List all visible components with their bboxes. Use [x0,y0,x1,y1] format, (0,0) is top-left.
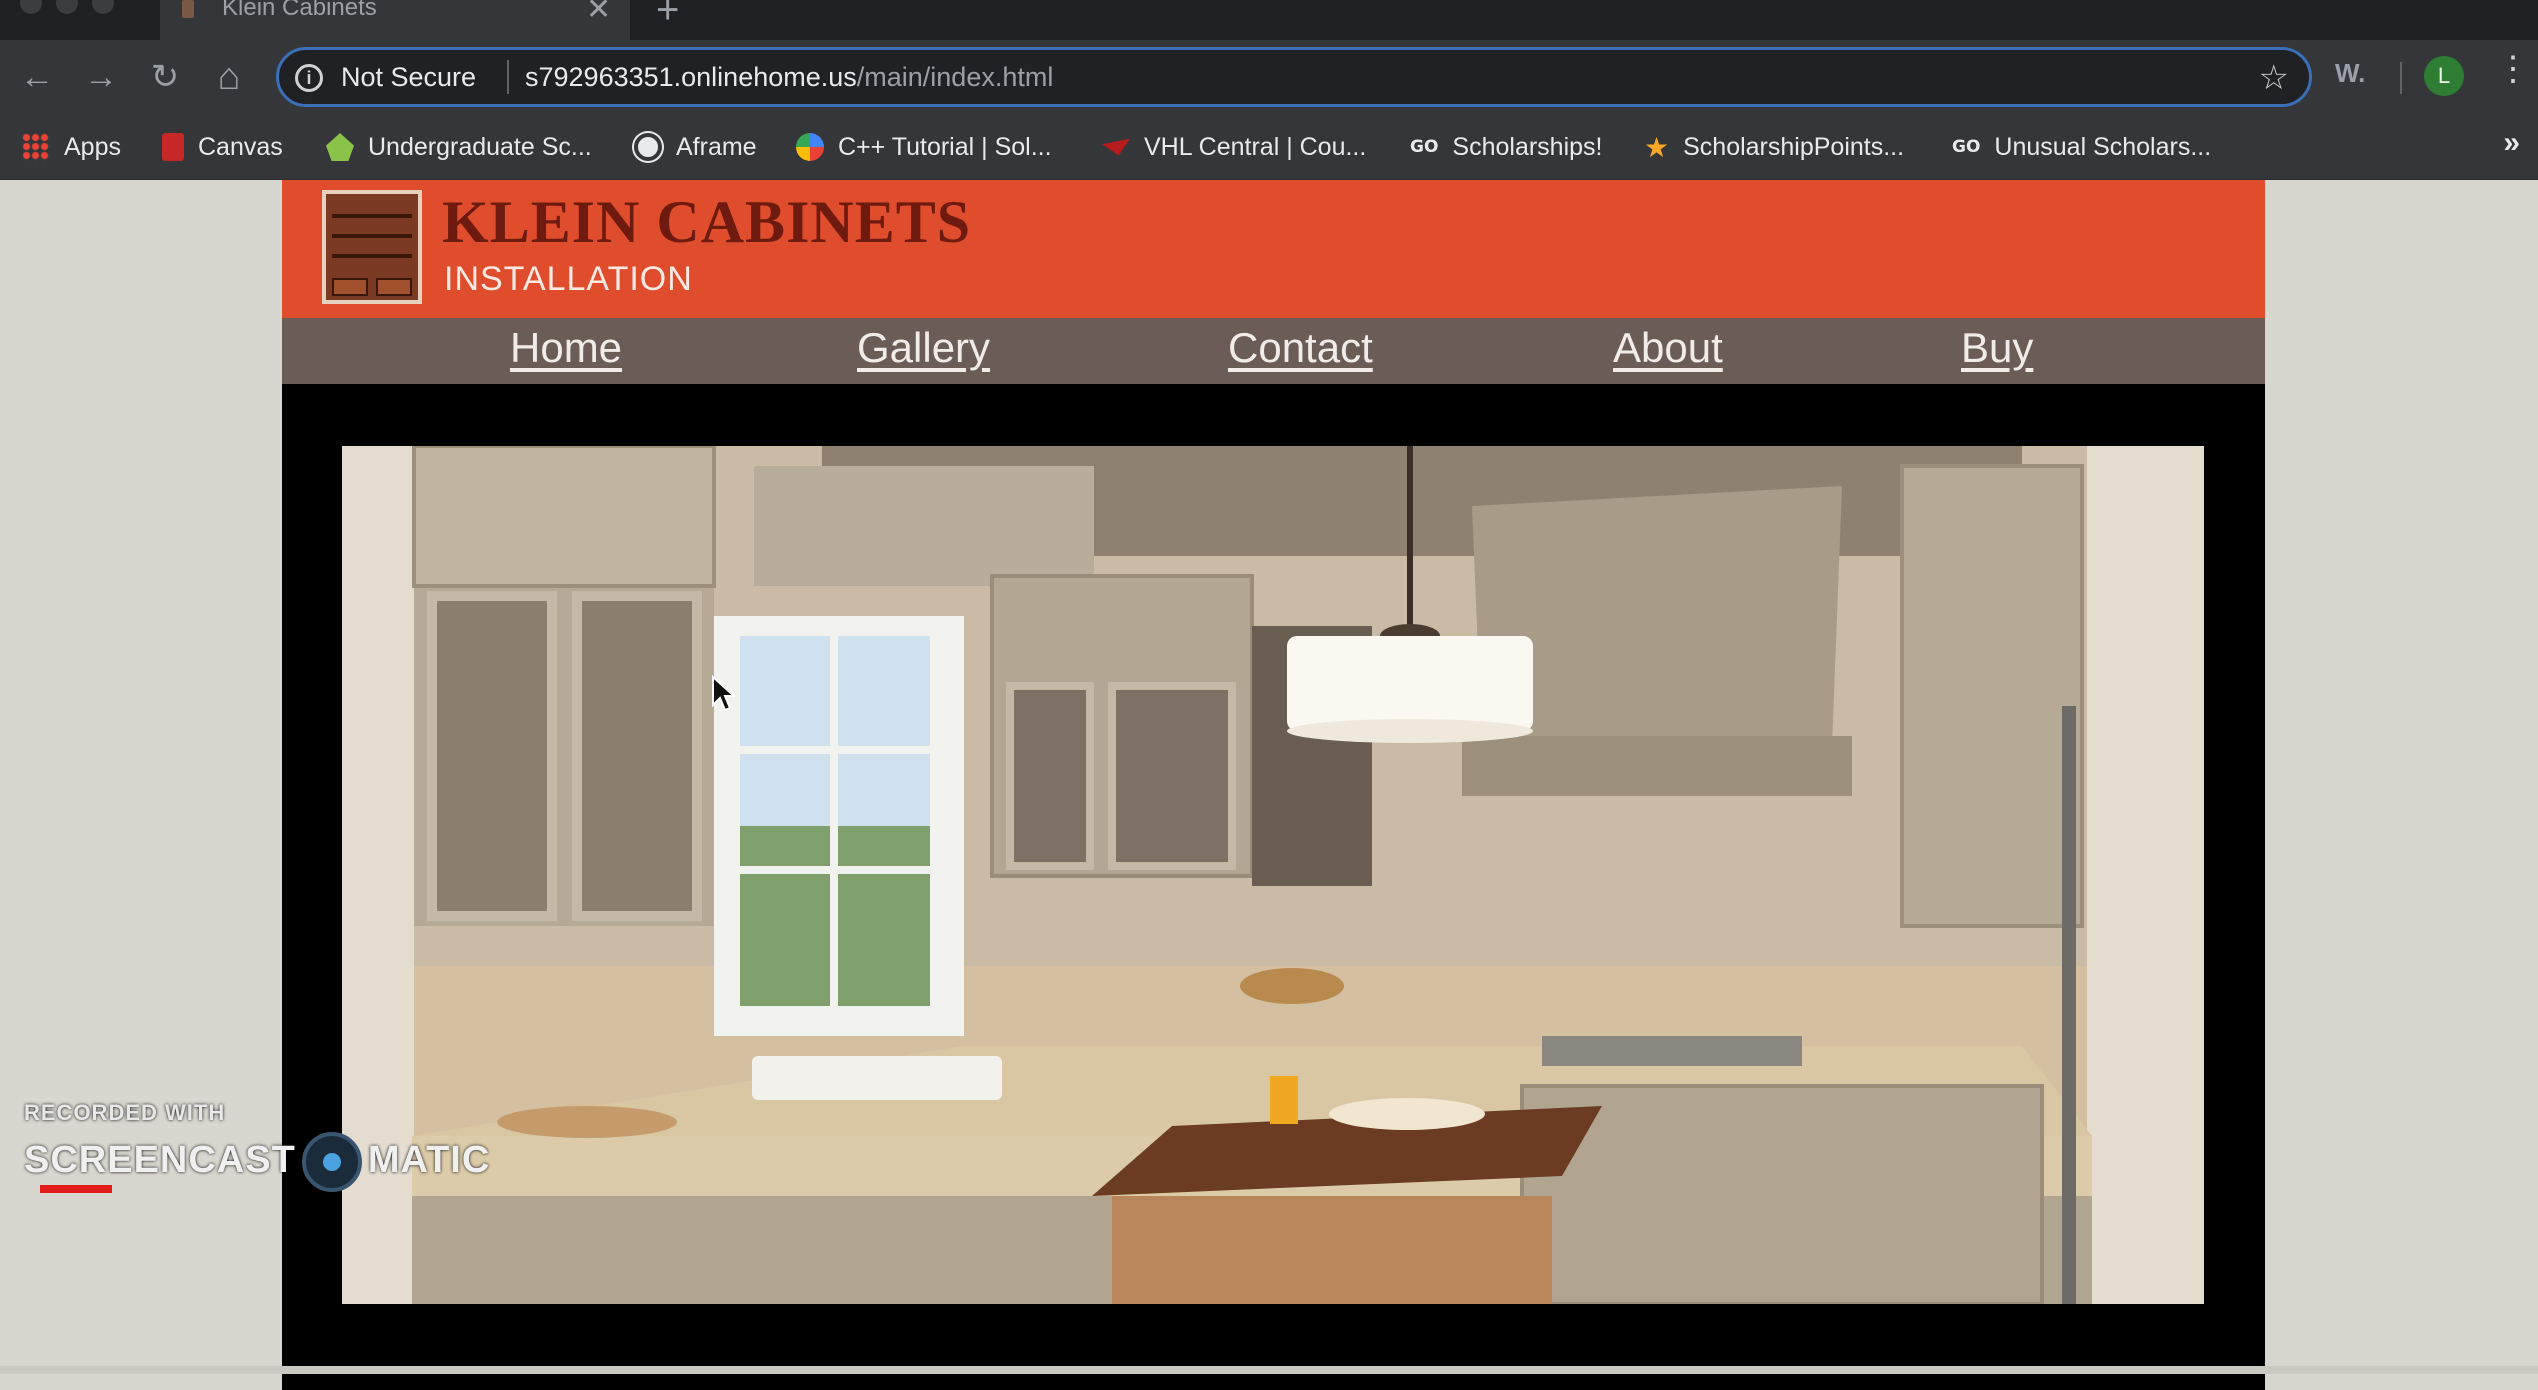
security-label[interactable]: Not Secure [341,62,476,93]
window-close-dot[interactable] [20,0,42,14]
home-icon[interactable]: ⌂ [206,54,252,100]
reload-icon[interactable]: ↻ [142,54,188,100]
chrome-color-icon [796,133,824,161]
site-container: KLEIN CABINETS INSTALLATION Home Gallery… [282,180,2265,1390]
bookmark-cpp-tutorial[interactable]: C++ Tutorial | Sol... [796,130,1052,164]
bookmark-label: Undergraduate Sc... [368,132,592,161]
back-arrow-icon[interactable]: ← [14,54,60,100]
bookmark-canvas[interactable]: Canvas [162,130,283,164]
logo-shelf [332,234,412,238]
browser-tab[interactable]: Klein Cabinets ✕ [160,0,630,40]
profile-avatar[interactable]: L [2424,56,2464,96]
go-icon: GO [1410,137,1439,157]
mouse-cursor-icon [712,675,735,712]
logo-drawer [376,278,412,296]
url-path: /main/index.html [856,62,1054,92]
watermark-recorded-with: RECORDED WITH [24,1100,226,1125]
watermark-left: SCREENCAST [24,1139,296,1182]
new-tab-button[interactable]: + [656,0,679,30]
nav-about[interactable]: About [1613,324,1723,372]
bookmark-label: Canvas [198,132,283,161]
video-progress-bar [40,1185,112,1193]
address-bar[interactable]: i Not Secure s792963351.onlinehome.us/ma… [276,47,2312,107]
tab-favicon-icon [182,0,194,18]
logo-drawer [332,278,368,296]
forward-arrow-icon[interactable]: → [78,54,124,100]
page-viewport: KLEIN CABINETS INSTALLATION Home Gallery… [0,180,2538,1390]
bookmark-apps[interactable]: Apps [22,130,121,164]
watermark-brand: SCREENCAST MATIC [24,1132,490,1192]
apps-grid-icon [22,133,50,161]
bookmark-label: C++ Tutorial | Sol... [838,132,1052,161]
bookmark-label: Unusual Scholars... [1994,132,2212,161]
bookmark-undergraduate[interactable]: Undergraduate Sc... [326,130,592,164]
site-subtitle: INSTALLATION [444,260,693,298]
bookmark-label: Scholarships! [1452,132,1603,161]
star-icon: ★ [1644,131,1670,163]
address-divider [507,60,509,94]
page-scroll-edge [0,1366,2538,1374]
nav-gallery[interactable]: Gallery [857,324,990,372]
screencast-watermark: RECORDED WITH SCREENCAST MATIC [24,1100,490,1192]
vhl-icon [1102,138,1130,156]
bookmark-unusual-scholars[interactable]: GO Unusual Scholars... [1952,130,2211,164]
screen: { "browser": { "tab": {"title": "Klein C… [0,0,2538,1390]
site-title: KLEIN CABINETS [442,189,972,255]
bookmark-vhl-central[interactable]: VHL Central | Cou... [1102,130,1366,164]
kitchen-hero-image [342,446,2204,1304]
bookmark-label: Aframe [676,132,757,161]
tab-strip: Klein Cabinets ✕ + [0,0,2538,40]
go-icon: GO [1952,137,1981,157]
url-text[interactable]: s792963351.onlinehome.us/main/index.html [525,62,1053,93]
toolbar-divider [2400,62,2402,94]
site-nav: Home Gallery Contact About Buy [282,318,2265,384]
screencast-logo-icon [301,1132,362,1192]
bookmark-aframe[interactable]: Aframe [634,130,757,164]
canvas-icon [162,133,184,161]
graduation-icon [326,133,354,161]
url-host: s792963351.onlinehome.us [525,62,857,92]
info-icon[interactable]: i [295,64,323,92]
nav-buy[interactable]: Buy [1961,324,2033,372]
globe-icon [634,133,662,161]
menu-kebab-icon[interactable]: ⋮ [2496,52,2530,86]
bookmark-label: ScholarshipPoints... [1683,132,1905,161]
site-header: KLEIN CABINETS INSTALLATION [282,180,2265,318]
bookmark-scholarshippoints[interactable]: ★ ScholarshipPoints... [1644,130,1904,164]
bookmark-label: Apps [64,132,121,161]
bookmarks-overflow-icon[interactable]: » [2503,126,2520,160]
watermark-right: MATIC [367,1139,491,1182]
logo-shelf [332,254,412,258]
cabinet-logo-icon[interactable] [322,190,422,304]
window-minimize-dot[interactable] [56,0,78,14]
bookmark-scholarships[interactable]: GO Scholarships! [1410,130,1602,164]
bookmark-label: VHL Central | Cou... [1144,132,1367,161]
nav-contact[interactable]: Contact [1228,324,1373,372]
tab-title: Klein Cabinets [222,0,377,21]
nav-home[interactable]: Home [510,324,622,372]
extension-w-icon[interactable]: W. [2335,58,2365,89]
kitchen-illustration [342,446,2204,1304]
window-zoom-dot[interactable] [92,0,114,14]
bookmark-star-icon[interactable]: ☆ [2259,58,2289,98]
browser-toolbar: ← → ↻ ⌂ i Not Secure s792963351.onlineho… [0,40,2538,114]
bookmarks-bar: Apps Canvas Undergraduate Sc... Aframe C… [0,114,2538,180]
logo-shelf [332,214,412,218]
tab-close-icon[interactable]: ✕ [586,0,611,27]
